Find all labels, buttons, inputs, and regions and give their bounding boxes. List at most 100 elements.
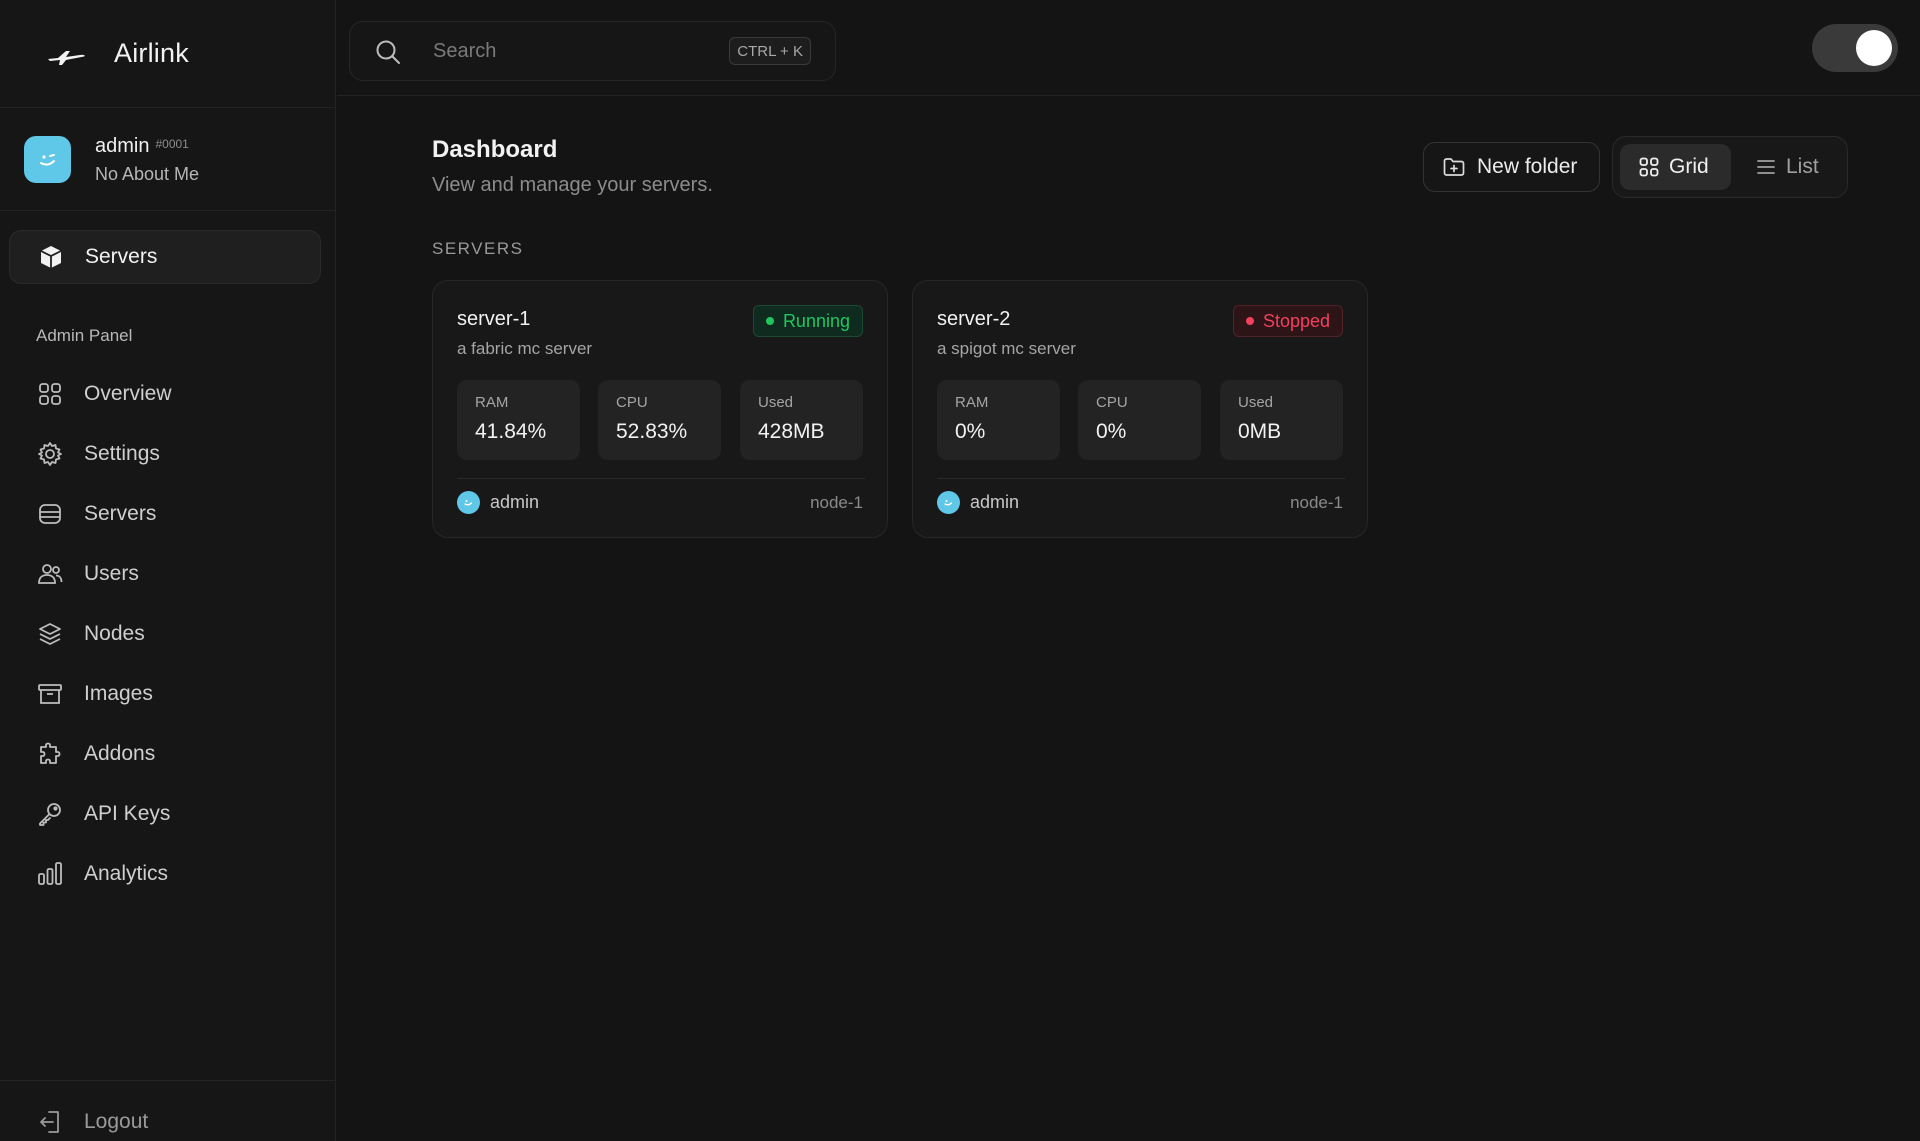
servers-section-heading: SERVERS: [432, 239, 524, 258]
sidebar-item-servers-active[interactable]: Servers: [9, 230, 321, 284]
profile-tag: #0001: [155, 136, 189, 151]
list-view-button[interactable]: List: [1737, 144, 1841, 190]
sidebar-item-addons[interactable]: Addons: [0, 724, 335, 784]
card-divider: [457, 478, 865, 479]
status-badge: Running: [752, 305, 863, 337]
avatar: [24, 136, 71, 183]
brand[interactable]: Airlink: [0, 0, 335, 108]
stat-cpu: CPU 52.83%: [598, 380, 721, 460]
server-owner: admin: [937, 491, 1019, 514]
server-stats: RAM 41.84% CPU 52.83% Used 428MB: [457, 380, 865, 460]
search-input[interactable]: [433, 22, 713, 80]
search-icon: [376, 40, 400, 64]
stat-label: CPU: [616, 394, 648, 411]
new-folder-button[interactable]: New folder: [1423, 142, 1600, 192]
sidebar-item-label: Servers: [85, 245, 158, 268]
status-text: Running: [782, 310, 850, 331]
stat-cpu: CPU 0%: [1078, 380, 1201, 460]
sidebar-item-label: Overview: [84, 382, 172, 405]
list-view-label: List: [1786, 155, 1819, 178]
server-card[interactable]: server-2 a spigot mc server Stopped RAM …: [912, 280, 1368, 538]
owner-avatar: [457, 491, 480, 514]
stat-value: 0%: [1096, 420, 1127, 443]
theme-toggle-knob: [1856, 30, 1892, 66]
key-icon: [39, 803, 61, 826]
sidebar: Airlink admin #0001 No About Me Servers …: [0, 0, 336, 1141]
sidebar-item-images[interactable]: Images: [0, 664, 335, 724]
sidebar-item-label: Settings: [84, 442, 160, 465]
sidebar-item-users[interactable]: Users: [0, 544, 335, 604]
search-shortcut-badge: CTRL + K: [729, 37, 811, 65]
page-title: Dashboard: [432, 136, 558, 163]
owner-name: admin: [970, 492, 1020, 512]
stat-value: 428MB: [758, 420, 825, 443]
server-card[interactable]: server-1 a fabric mc server Running RAM …: [432, 280, 888, 538]
status-dot-icon: [1245, 317, 1254, 325]
grid-icon: [39, 383, 61, 405]
archive-icon: [38, 684, 62, 704]
stat-label: RAM: [955, 394, 989, 411]
admin-nav-list: Overview Settings Servers Users Nodes Im…: [0, 364, 335, 904]
page-subtitle: View and manage your servers.: [432, 174, 713, 196]
card-divider: [937, 478, 1345, 479]
logout-section: Logout: [0, 1080, 335, 1141]
status-dot-icon: [765, 317, 774, 325]
status-badge: Stopped: [1232, 305, 1343, 337]
sidebar-item-nodes[interactable]: Nodes: [0, 604, 335, 664]
sidebar-item-overview[interactable]: Overview: [0, 364, 335, 424]
sidebar-item-servers[interactable]: Servers: [0, 484, 335, 544]
brand-name: Airlink: [114, 38, 189, 68]
view-switch: Grid List: [1612, 136, 1848, 198]
server-node: node-1: [810, 493, 863, 512]
profile-text: admin #0001 No About Me: [95, 135, 199, 185]
bar-chart-icon: [38, 862, 62, 885]
profile-about: No About Me: [95, 163, 200, 184]
sidebar-item-label: Users: [84, 562, 139, 585]
grid-view-button[interactable]: Grid: [1620, 144, 1731, 190]
puzzle-icon: [40, 742, 61, 764]
sidebar-item-settings[interactable]: Settings: [0, 424, 335, 484]
sidebar-item-label: Servers: [84, 502, 157, 525]
profile-name: admin: [95, 134, 150, 157]
sidebar-item-api-keys[interactable]: API Keys: [0, 784, 335, 844]
stat-label: RAM: [475, 394, 509, 411]
logout-icon: [40, 1111, 59, 1133]
grid-view-label: Grid: [1669, 155, 1709, 178]
list-icon: [1757, 160, 1775, 174]
gear-icon: [38, 442, 62, 466]
users-icon: [38, 564, 63, 584]
logout-button[interactable]: Logout: [0, 1081, 335, 1141]
folder-plus-icon: [1443, 158, 1465, 176]
server-description: a fabric mc server: [457, 339, 593, 358]
new-folder-label: New folder: [1477, 155, 1578, 178]
stat-ram: RAM 41.84%: [457, 380, 580, 460]
user-profile[interactable]: admin #0001 No About Me: [0, 109, 335, 211]
grid-icon: [1639, 157, 1659, 177]
smiley-face-icon: [464, 500, 473, 506]
profile-name-row: admin #0001: [95, 135, 199, 158]
search-box[interactable]: CTRL + K: [349, 21, 836, 81]
status-text: Stopped: [1262, 310, 1330, 331]
airplane-logo-icon: [48, 50, 85, 65]
top-bar: CTRL + K: [337, 0, 1920, 96]
server-stats: RAM 0% CPU 0% Used 0MB: [937, 380, 1345, 460]
stat-value: 52.83%: [616, 420, 688, 443]
theme-toggle[interactable]: [1812, 24, 1898, 72]
stat-value: 0%: [955, 420, 986, 443]
app-root: Airlink admin #0001 No About Me Servers …: [0, 0, 1920, 1141]
stat-label: Used: [1238, 394, 1274, 411]
sidebar-item-label: Analytics: [84, 862, 169, 885]
sidebar-item-label: Nodes: [84, 622, 145, 645]
owner-avatar: [937, 491, 960, 514]
layers-icon: [39, 623, 61, 645]
smiley-face-icon: [39, 153, 55, 166]
owner-name: admin: [490, 492, 540, 512]
sidebar-item-analytics[interactable]: Analytics: [0, 844, 335, 904]
sidebar-item-label: Addons: [84, 742, 156, 765]
stat-value: 41.84%: [475, 420, 547, 443]
server-name: server-2: [937, 308, 1011, 330]
cube-icon: [40, 246, 62, 268]
stat-label: Used: [758, 394, 794, 411]
server-stack-icon: [39, 504, 61, 524]
stat-value: 0MB: [1238, 420, 1282, 443]
